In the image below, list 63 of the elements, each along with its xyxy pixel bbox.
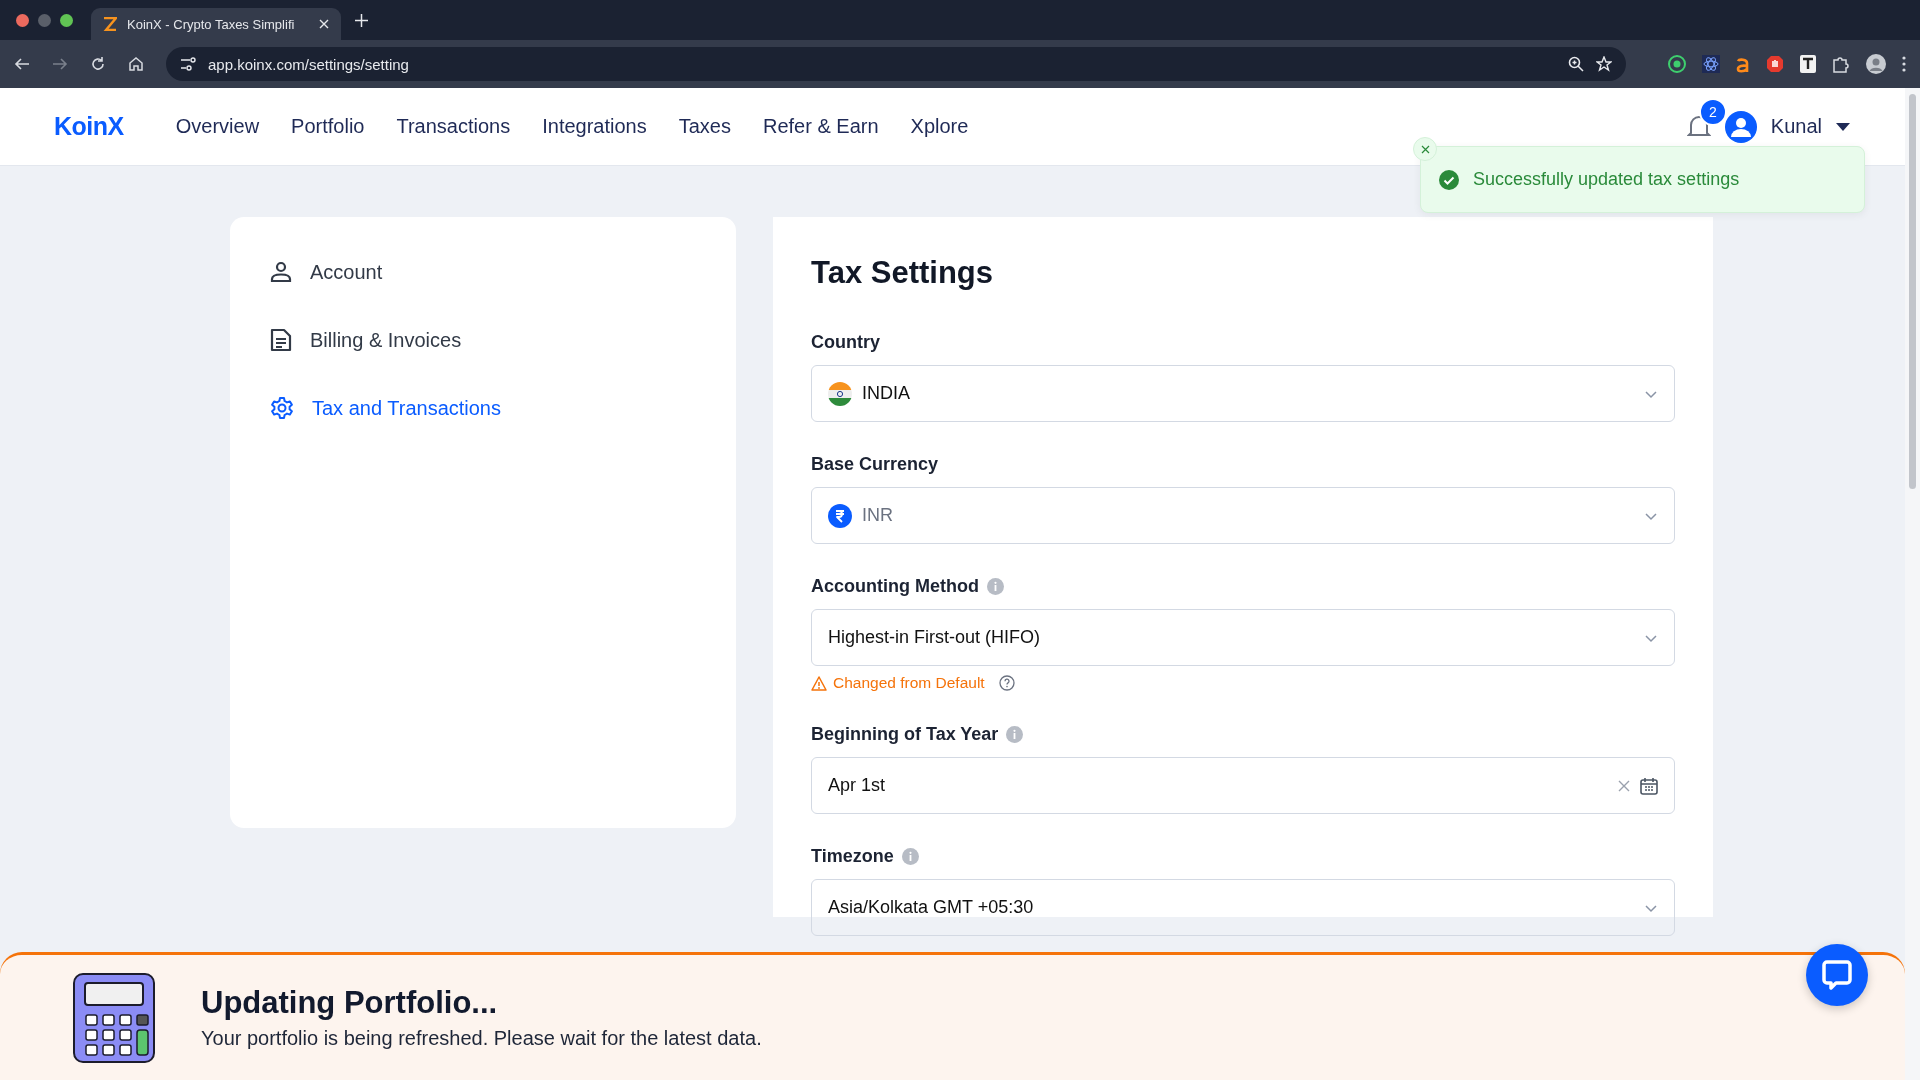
nav-link[interactable]: Taxes — [678, 115, 731, 138]
field-label: Accounting Method — [811, 575, 979, 597]
caret-icon[interactable] — [1836, 122, 1850, 131]
extension-icon[interactable] — [1800, 55, 1816, 73]
hand-icon[interactable] — [1766, 55, 1784, 73]
nav-link[interactable]: Xplore — [910, 115, 969, 138]
browser-tab[interactable]: KoinX - Crypto Taxes Simplifi — [91, 8, 341, 40]
puzzle-icon[interactable] — [1832, 55, 1850, 73]
select-field[interactable]: INDIA — [811, 365, 1675, 422]
page-title: Tax Settings — [811, 255, 995, 291]
address-bar[interactable]: app.koinx.com/settings/setting — [166, 47, 1626, 81]
toast-message: Successfully updated tax settings — [1473, 169, 1740, 190]
close-icon[interactable] — [319, 19, 329, 29]
zoom-icon[interactable] — [1568, 56, 1584, 72]
calendar-icon[interactable] — [1640, 776, 1658, 795]
document-icon — [270, 328, 292, 352]
notification-badge: 2 — [1698, 97, 1727, 126]
user-name[interactable]: Kunal — [1770, 115, 1822, 138]
flag-icon — [828, 381, 852, 406]
nav-link[interactable]: Integrations — [542, 115, 647, 138]
field-label: Country — [811, 331, 880, 353]
nav-link[interactable]: Portfolio — [291, 115, 365, 138]
star-icon[interactable] — [1596, 56, 1612, 72]
field-label: Beginning of Tax Year — [811, 723, 999, 745]
close-window-button[interactable] — [16, 13, 29, 27]
profile-avatar-icon[interactable] — [1866, 54, 1886, 74]
reload-icon[interactable] — [90, 56, 106, 72]
close-icon — [1420, 144, 1430, 154]
tab-logo-icon — [103, 17, 117, 31]
forward-icon[interactable] — [52, 56, 68, 72]
sidebar-item[interactable]: Billing & Invoices — [270, 321, 696, 359]
select-field[interactable]: Asia/Kolkata GMT +05:30 — [811, 879, 1675, 936]
minimize-window-button[interactable] — [38, 13, 51, 27]
field-label: Base Currency — [811, 453, 939, 475]
calculator-icon — [73, 972, 155, 1063]
nav-link[interactable]: Overview — [175, 115, 260, 138]
sidebar-item[interactable]: Account — [270, 253, 696, 291]
nav-link[interactable]: Transactions — [396, 115, 511, 138]
maximize-window-button[interactable] — [60, 13, 73, 27]
new-tab-icon[interactable] — [355, 13, 368, 27]
atom-icon[interactable] — [1702, 55, 1720, 73]
nav-link[interactable]: Refer & Earn — [762, 115, 879, 138]
koinx-logo[interactable]: KoinX — [54, 112, 124, 141]
clear-icon[interactable] — [1618, 779, 1630, 792]
warning-text: Changed from Default — [833, 674, 985, 692]
check-circle-icon — [1439, 169, 1459, 190]
select-field[interactable]: Highest-in First-out (HIFO) — [811, 609, 1675, 666]
field-label: Timezone — [811, 845, 894, 867]
warning-icon — [811, 675, 827, 691]
date-picker[interactable]: Apr 1st — [811, 757, 1675, 814]
home-icon[interactable] — [128, 56, 144, 72]
rupee-icon — [828, 503, 852, 528]
help-icon[interactable] — [998, 675, 1015, 691]
sidebar-item[interactable]: Tax and Transactions — [270, 389, 696, 427]
site-settings-icon[interactable] — [180, 57, 196, 71]
person-icon — [270, 261, 292, 283]
back-icon[interactable] — [14, 56, 30, 72]
gear-icon — [270, 396, 294, 420]
banner-message: Your portfolio is being refreshed. Please wait for the latest data. — [201, 1027, 762, 1050]
more-options-icon[interactable] — [1902, 56, 1906, 72]
banner-title: Updating Portfolio... — [201, 985, 499, 1021]
avatar-icon[interactable] — [1724, 110, 1757, 143]
chat-bubble-icon — [1821, 959, 1853, 991]
